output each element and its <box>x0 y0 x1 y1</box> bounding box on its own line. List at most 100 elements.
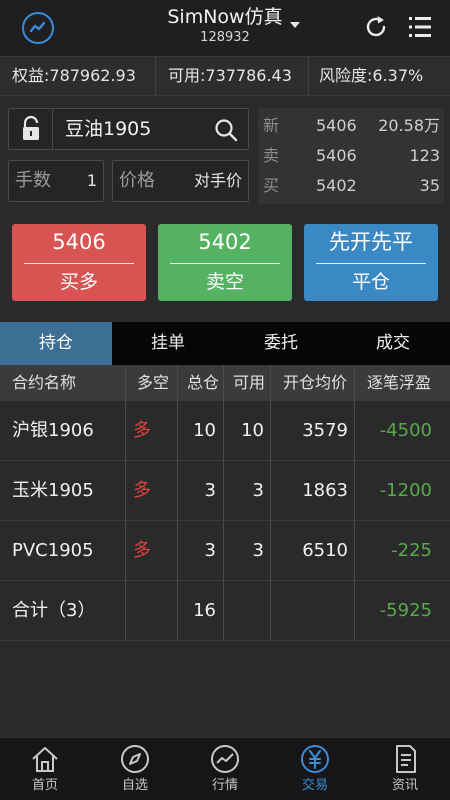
total-position: 3 <box>204 480 216 501</box>
price-field[interactable]: 价格 对手价 <box>112 160 249 202</box>
quote-row-ask: 卖 5406 123 <box>258 141 444 171</box>
close-mode: 先开先平 <box>329 230 413 254</box>
nav-home[interactable]: 首页 <box>0 738 90 800</box>
account-id: 128932 <box>200 30 250 45</box>
divider <box>316 263 426 264</box>
price-value: 对手价 <box>193 171 242 190</box>
order-panel: 豆油1905 手数 1 价格 对手价 新 5406 20.58万 卖 5406 … <box>0 96 450 322</box>
quote-label: 卖 <box>263 146 280 165</box>
nav-watchlist[interactable]: 自选 <box>90 738 180 800</box>
menu-icon[interactable] <box>407 15 433 39</box>
quote-volume: 20.58万 <box>378 116 440 135</box>
header-floating-pnl: 逐笔浮盈 <box>367 373 432 392</box>
contract-name: PVC1905 <box>12 540 94 561</box>
home-icon <box>29 743 61 775</box>
symbol-name: 豆油1905 <box>65 118 152 140</box>
total-label: 合计（3） <box>12 600 96 621</box>
total-floating-pnl: -5925 <box>379 600 432 621</box>
direction: 多 <box>133 540 151 561</box>
header-contract: 合约名称 <box>12 373 77 392</box>
divider <box>170 263 280 264</box>
nav-label: 自选 <box>121 778 148 793</box>
quantity-value: 1 <box>86 171 97 190</box>
quote-volume: 35 <box>419 176 440 195</box>
search-icon[interactable] <box>214 118 238 142</box>
table-row[interactable]: 沪银1906 多 10 10 3579 -4500 <box>0 401 450 461</box>
table-header: 合约名称 多空 总仓 可用 开仓均价 逐笔浮盈 <box>0 365 450 401</box>
document-icon <box>389 743 421 775</box>
available-position: 3 <box>252 540 264 561</box>
floating-pnl: -4500 <box>379 420 432 441</box>
total-position: 3 <box>204 540 216 561</box>
table-row[interactable]: 玉米1905 多 3 3 1863 -1200 <box>0 461 450 521</box>
account-summary: 权益:787962.93 可用:737786.43 风险度:6.37% <box>0 56 450 97</box>
refresh-icon[interactable] <box>363 14 389 40</box>
nav-market[interactable]: 行情 <box>180 738 270 800</box>
sell-label: 卖空 <box>205 271 244 293</box>
available-value: 可用:737786.43 <box>168 66 292 85</box>
quantity-field[interactable]: 手数 1 <box>8 160 104 202</box>
tab-trades[interactable]: 成交 <box>337 322 449 365</box>
app-logo-icon[interactable] <box>22 12 54 44</box>
price-label: 价格 <box>119 170 155 191</box>
divider <box>155 57 156 97</box>
floating-pnl: -225 <box>391 540 432 561</box>
buy-label: 买多 <box>59 271 98 293</box>
nav-news[interactable]: 资讯 <box>360 738 450 800</box>
available-position: 3 <box>252 480 264 501</box>
close-position-button[interactable]: 先开先平 平仓 <box>304 224 438 301</box>
sell-short-button[interactable]: 5402 卖空 <box>158 224 292 301</box>
table-total-row: 合计（3） 16 -5925 <box>0 581 450 641</box>
nav-label: 交易 <box>301 778 328 793</box>
quantity-label: 手数 <box>15 170 51 191</box>
equity-value: 权益:787962.93 <box>12 66 136 85</box>
table-row[interactable]: PVC1905 多 3 3 6510 -225 <box>0 521 450 581</box>
quote-label: 新 <box>263 116 280 135</box>
quote-volume: 123 <box>409 146 440 165</box>
divider <box>308 57 309 97</box>
tab-positions[interactable]: 持仓 <box>0 322 112 365</box>
sell-price: 5402 <box>198 230 252 254</box>
yen-icon <box>299 743 331 775</box>
nav-label: 首页 <box>31 778 58 793</box>
quote-price: 5406 <box>316 146 357 165</box>
contract-name: 沪银1906 <box>12 420 94 441</box>
quote-row-last: 新 5406 20.58万 <box>258 111 444 141</box>
nav-label: 行情 <box>211 778 238 793</box>
compass-icon <box>119 743 151 775</box>
header-direction: 多空 <box>137 373 170 392</box>
buy-long-button[interactable]: 5406 买多 <box>12 224 146 301</box>
risk-value: 风险度:6.37% <box>319 66 424 85</box>
app-header: SimNow仿真 128932 <box>0 0 450 56</box>
quote-panel: 新 5406 20.58万 卖 5406 123 买 5402 35 <box>258 108 444 204</box>
nav-trade[interactable]: 交易 <box>270 738 360 800</box>
avg-open-price: 1863 <box>302 480 348 501</box>
avg-open-price: 3579 <box>302 420 348 441</box>
chevron-down-icon[interactable] <box>290 22 300 28</box>
quote-row-bid: 买 5402 35 <box>258 171 444 201</box>
tab-orders[interactable]: 委托 <box>225 322 337 365</box>
symbol-selector[interactable]: 豆油1905 <box>8 108 249 150</box>
buy-price: 5406 <box>52 230 106 254</box>
chart-icon <box>209 743 241 775</box>
tab-pending[interactable]: 挂单 <box>112 322 224 365</box>
close-label: 平仓 <box>351 271 390 293</box>
divider <box>24 263 134 264</box>
available-position: 10 <box>241 420 264 441</box>
direction: 多 <box>133 420 151 441</box>
direction: 多 <box>133 480 151 501</box>
lock-icon[interactable] <box>9 109 53 149</box>
total-position-sum: 16 <box>193 600 216 621</box>
header-avg-price: 开仓均价 <box>283 373 348 392</box>
header-total: 总仓 <box>187 373 220 392</box>
tab-bar: 持仓 挂单 委托 成交 <box>0 322 450 365</box>
header-available: 可用 <box>233 373 266 392</box>
contract-name: 玉米1905 <box>12 480 94 501</box>
quote-price: 5402 <box>316 176 357 195</box>
quote-label: 买 <box>263 176 280 195</box>
quote-price: 5406 <box>316 116 357 135</box>
bottom-nav: 首页 自选 行情 交易 资讯 <box>0 737 450 800</box>
avg-open-price: 6510 <box>302 540 348 561</box>
floating-pnl: -1200 <box>379 480 432 501</box>
nav-label: 资讯 <box>391 778 418 793</box>
